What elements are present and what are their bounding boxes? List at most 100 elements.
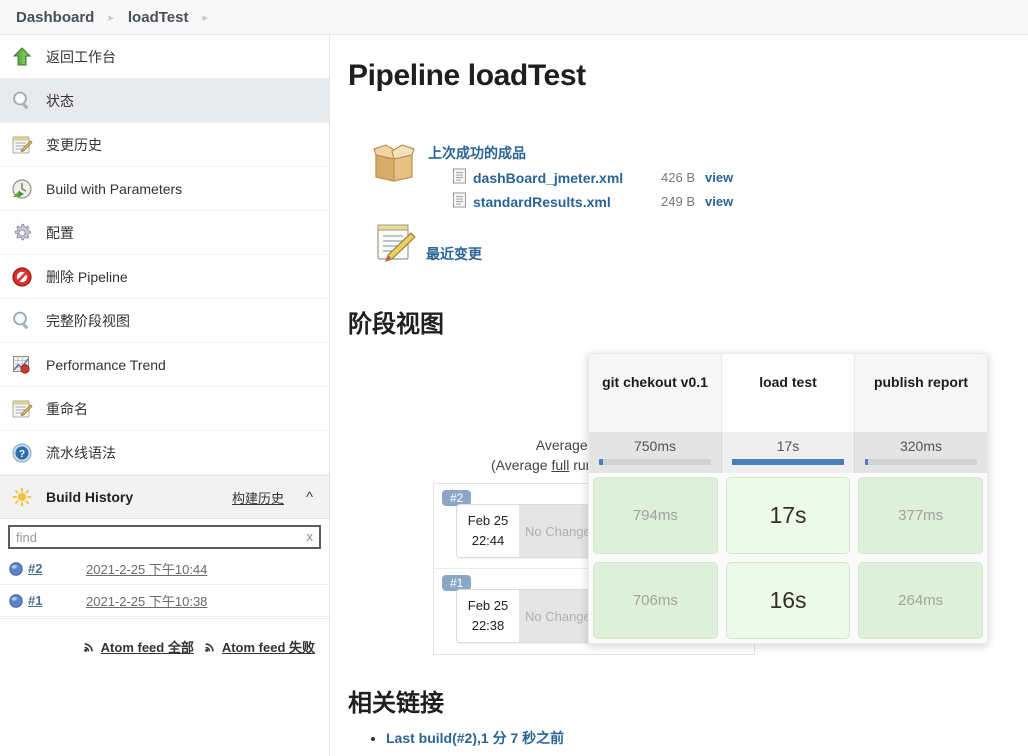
page-title: Pipeline loadTest: [348, 59, 1028, 93]
atom-feed-failed-label: Atom feed 失败: [222, 637, 315, 656]
run-meta: Feb 25 22:44 No Changes: [456, 504, 604, 558]
sidebar-item-label: 流水线语法: [46, 443, 116, 463]
stage-average-row: 750ms 17s 320ms: [589, 432, 987, 473]
sidebar-item-label: 配置: [46, 223, 74, 243]
main-content: Pipeline loadTest 上次成功的成品: [330, 35, 1028, 756]
stage-duration-box[interactable]: 264ms: [858, 562, 983, 639]
build-number-link[interactable]: #2: [28, 561, 86, 576]
rss-icon: [83, 640, 96, 653]
svg-text:?: ?: [19, 449, 25, 460]
sidebar-item-performance-trend[interactable]: Performance Trend: [0, 343, 329, 387]
notepad-pencil-icon: [10, 133, 34, 157]
stage-column-header[interactable]: publish report: [855, 354, 987, 432]
full-underline: full: [551, 457, 569, 473]
list-item[interactable]: #2 2021-2-25 下午10:44: [0, 553, 329, 585]
sidebar-item-change-history[interactable]: 变更历史: [0, 123, 329, 167]
notepad-pencil-icon: [10, 397, 34, 421]
stage-duration-box[interactable]: 16s: [726, 562, 851, 639]
sidebar-item-label: 变更历史: [46, 135, 102, 155]
breadcrumb-separator-icon: ▸: [108, 11, 128, 24]
stage-average-value: 750ms: [599, 438, 711, 454]
build-timestamp-link[interactable]: 2021-2-25 下午10:38: [86, 591, 207, 610]
build-timestamp-link[interactable]: 2021-2-25 下午10:44: [86, 559, 207, 578]
list-item: Last build(#2),1 分 7 秒之前: [386, 728, 1028, 748]
stage-duration-box[interactable]: 17s: [726, 477, 851, 554]
stage-duration-box[interactable]: 706ms: [593, 562, 718, 639]
build-number-link[interactable]: #1: [28, 593, 86, 608]
stage-cell: 16s: [722, 558, 855, 643]
artifact-size: 249 B: [649, 194, 695, 209]
run-date: Feb 25 22:38: [457, 590, 519, 642]
build-history-header[interactable]: Build History 构建历史 ^: [0, 475, 329, 519]
help-icon: ?: [10, 441, 34, 465]
sidebar-item-back-to-dashboard[interactable]: 返回工作台: [0, 35, 329, 79]
stage-column-header[interactable]: git chekout v0.1: [589, 354, 722, 432]
run-time-value: 22:44: [465, 531, 511, 551]
gear-icon: [10, 221, 34, 245]
artifact-row: standardResults.xml 249 B view: [428, 192, 733, 211]
build-history-find-row: x: [0, 519, 329, 553]
stage-duration-box[interactable]: 377ms: [858, 477, 983, 554]
run-date-value: Feb 25: [465, 596, 511, 616]
last-successful-artifacts-link[interactable]: 上次成功的成品: [428, 145, 526, 161]
breadcrumb-separator-icon-2: ▸: [202, 11, 222, 24]
document-icon: [452, 168, 467, 187]
progress-bar: [732, 459, 844, 465]
artifact-view-link[interactable]: view: [705, 170, 733, 185]
sidebar-item-full-stage-view[interactable]: 完整阶段视图: [0, 299, 329, 343]
atom-feed-all-label: Atom feed 全部: [101, 637, 194, 656]
stage-view-title: 阶段视图: [348, 304, 1028, 339]
sidebar-item-status[interactable]: 状态: [0, 79, 329, 123]
breadcrumb: Dashboard ▸ loadTest ▸: [0, 0, 1028, 35]
build-history-title: Build History: [46, 489, 220, 505]
breadcrumb-item-loadtest[interactable]: loadTest: [128, 9, 203, 26]
document-icon: [452, 192, 467, 211]
recent-changes-link[interactable]: 最近变更: [426, 244, 482, 268]
stage-column-header[interactable]: load test: [722, 354, 855, 432]
atom-feed-all-link[interactable]: Atom feed 全部: [83, 637, 194, 656]
stage-run-row: 794ms 17s 377ms: [589, 473, 987, 558]
sidebar-item-label: 完整阶段视图: [46, 311, 130, 331]
sidebar-item-configure[interactable]: 配置: [0, 211, 329, 255]
artifact-name-link[interactable]: dashBoard_jmeter.xml: [473, 170, 643, 186]
run-date: Feb 25 22:44: [457, 505, 519, 557]
artifact-name-link[interactable]: standardResults.xml: [473, 194, 643, 210]
magnifier-icon: [10, 309, 34, 333]
sidebar-item-pipeline-syntax[interactable]: ? 流水线语法: [0, 431, 329, 475]
sidebar-item-delete-pipeline[interactable]: 删除 Pipeline: [0, 255, 329, 299]
progress-bar: [865, 459, 977, 465]
stage-view: Average stage times: (Average full run t…: [348, 353, 1028, 655]
search-input-wrapper[interactable]: x: [8, 525, 321, 549]
stage-cell: 377ms: [854, 473, 987, 558]
breadcrumb-item-dashboard[interactable]: Dashboard: [16, 9, 108, 26]
sidebar-item-label: 状态: [46, 91, 74, 111]
artifact-view-link[interactable]: view: [705, 194, 733, 209]
sidebar-item-build-with-parameters[interactable]: Build with Parameters: [0, 167, 329, 211]
forbidden-icon: [10, 265, 34, 289]
atom-feed-failed-link[interactable]: Atom feed 失败: [204, 637, 315, 656]
stage-cell: 264ms: [854, 558, 987, 643]
related-links-list: Last build(#2),1 分 7 秒之前: [348, 728, 1028, 748]
sidebar-item-label: Performance Trend: [46, 357, 166, 373]
magnifier-icon: [10, 89, 34, 113]
recent-changes-block: 最近变更: [370, 221, 1028, 268]
stage-cell: 706ms: [589, 558, 722, 643]
sidebar-item-rename[interactable]: 重命名: [0, 387, 329, 431]
rss-icon: [204, 640, 217, 653]
artifact-row: dashBoard_jmeter.xml 426 B view: [428, 168, 733, 187]
sidebar-item-label: Build with Parameters: [46, 181, 182, 197]
last-build-link[interactable]: Last build(#2),1 分 7 秒之前: [386, 730, 564, 746]
list-item[interactable]: #1 2021-2-25 下午10:38: [0, 585, 329, 617]
clock-play-icon: [10, 177, 34, 201]
artifact-size: 426 B: [649, 170, 695, 185]
stage-table: git chekout v0.1 load test publish repor…: [588, 353, 988, 644]
status-ball-icon: [8, 593, 24, 609]
chevron-up-icon[interactable]: ^: [306, 489, 313, 506]
sidebar-item-label: 删除 Pipeline: [46, 267, 128, 287]
search-input[interactable]: [10, 527, 319, 547]
run-time-value: 22:38: [465, 616, 511, 636]
run-meta: Feb 25 22:38 No Changes: [456, 589, 604, 643]
build-history-link[interactable]: 构建历史: [232, 488, 284, 507]
stage-duration-box[interactable]: 794ms: [593, 477, 718, 554]
clear-icon[interactable]: x: [307, 529, 314, 544]
